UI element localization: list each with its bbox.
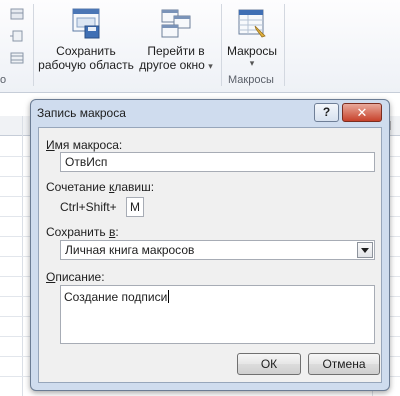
- dropdown-arrow-icon[interactable]: [357, 242, 373, 258]
- macro-name-label: Имя макроса:: [46, 138, 122, 152]
- store-in-value: Личная книга макросов: [65, 243, 195, 257]
- description-label: Описание:: [46, 270, 105, 284]
- ribbon-small-icon-1[interactable]: [10, 8, 24, 20]
- description-label-accel: О: [46, 270, 56, 284]
- chevron-down-icon: ▾: [208, 61, 213, 71]
- ribbon-small-icon-2[interactable]: [10, 30, 24, 42]
- ribbon-separator-2: [221, 4, 222, 86]
- store-in-label-pre: Сохранить: [46, 225, 109, 239]
- ribbon-group-label-left: о: [0, 74, 7, 86]
- switch-windows-icon: [161, 9, 191, 38]
- macros-button[interactable]: Макросы ▾: [224, 6, 280, 68]
- shortcut-key-input[interactable]: M: [126, 197, 144, 217]
- macros-dropdown-icon: ▾: [249, 58, 255, 68]
- ribbon-separator-3: [284, 4, 285, 86]
- description-text: Создание подписи: [64, 290, 168, 304]
- save-workspace-label-2: рабочую область: [38, 58, 134, 72]
- store-in-label: Сохранить в:: [46, 225, 119, 239]
- shortcut-prefix: Ctrl+Shift+: [60, 200, 117, 214]
- dropdown-arrow-glyph: [361, 248, 369, 253]
- dialog-title: Запись макроса: [37, 106, 126, 120]
- store-in-select[interactable]: Личная книга макросов: [60, 240, 375, 260]
- macros-icon: [238, 9, 266, 38]
- save-workspace-label-1: Сохранить: [56, 44, 116, 58]
- ribbon-group-label-macros: Макросы: [228, 74, 274, 86]
- ribbon-separator: [33, 4, 34, 86]
- macro-name-input[interactable]: ОтвИсп: [60, 152, 375, 172]
- shortcut-label: Сочетание клавиш:: [46, 180, 154, 194]
- dialog-body: Имя макроса: ОтвИсп Сочетание клавиш: Ct…: [38, 127, 382, 383]
- shortcut-label-pre: Сочетание: [46, 180, 109, 194]
- switch-windows-button[interactable]: Перейти в другое окно ▾: [134, 6, 218, 73]
- macro-name-label-text: мя макроса:: [54, 138, 123, 152]
- help-icon[interactable]: ?: [314, 103, 339, 122]
- macro-name-label-accel: И: [46, 138, 55, 152]
- description-textarea[interactable]: Создание подписи: [60, 285, 375, 344]
- ribbon: о Сохранить рабочую область Перейти в др…: [0, 0, 400, 93]
- close-icon[interactable]: ✕: [342, 103, 382, 122]
- save-workspace-icon: [72, 8, 100, 39]
- switch-windows-label-2-text: другое окно: [139, 58, 205, 72]
- record-macro-dialog: Запись макроса ? ✕ Имя макроса: ОтвИсп С…: [30, 99, 390, 391]
- cancel-button[interactable]: Отмена: [308, 353, 380, 375]
- ribbon-small-icon-3[interactable]: [10, 52, 24, 64]
- description-label-text: писание:: [55, 270, 105, 284]
- store-in-label-text: :: [115, 225, 119, 239]
- ok-button[interactable]: ОК: [237, 353, 301, 375]
- text-caret: [168, 290, 170, 303]
- shortcut-label-text: лавиш:: [114, 180, 155, 194]
- switch-windows-label-2: другое окно ▾: [134, 58, 218, 73]
- switch-windows-label-1: Перейти в: [147, 44, 205, 58]
- save-workspace-button[interactable]: Сохранить рабочую область: [38, 6, 134, 72]
- macros-label: Макросы: [226, 44, 278, 58]
